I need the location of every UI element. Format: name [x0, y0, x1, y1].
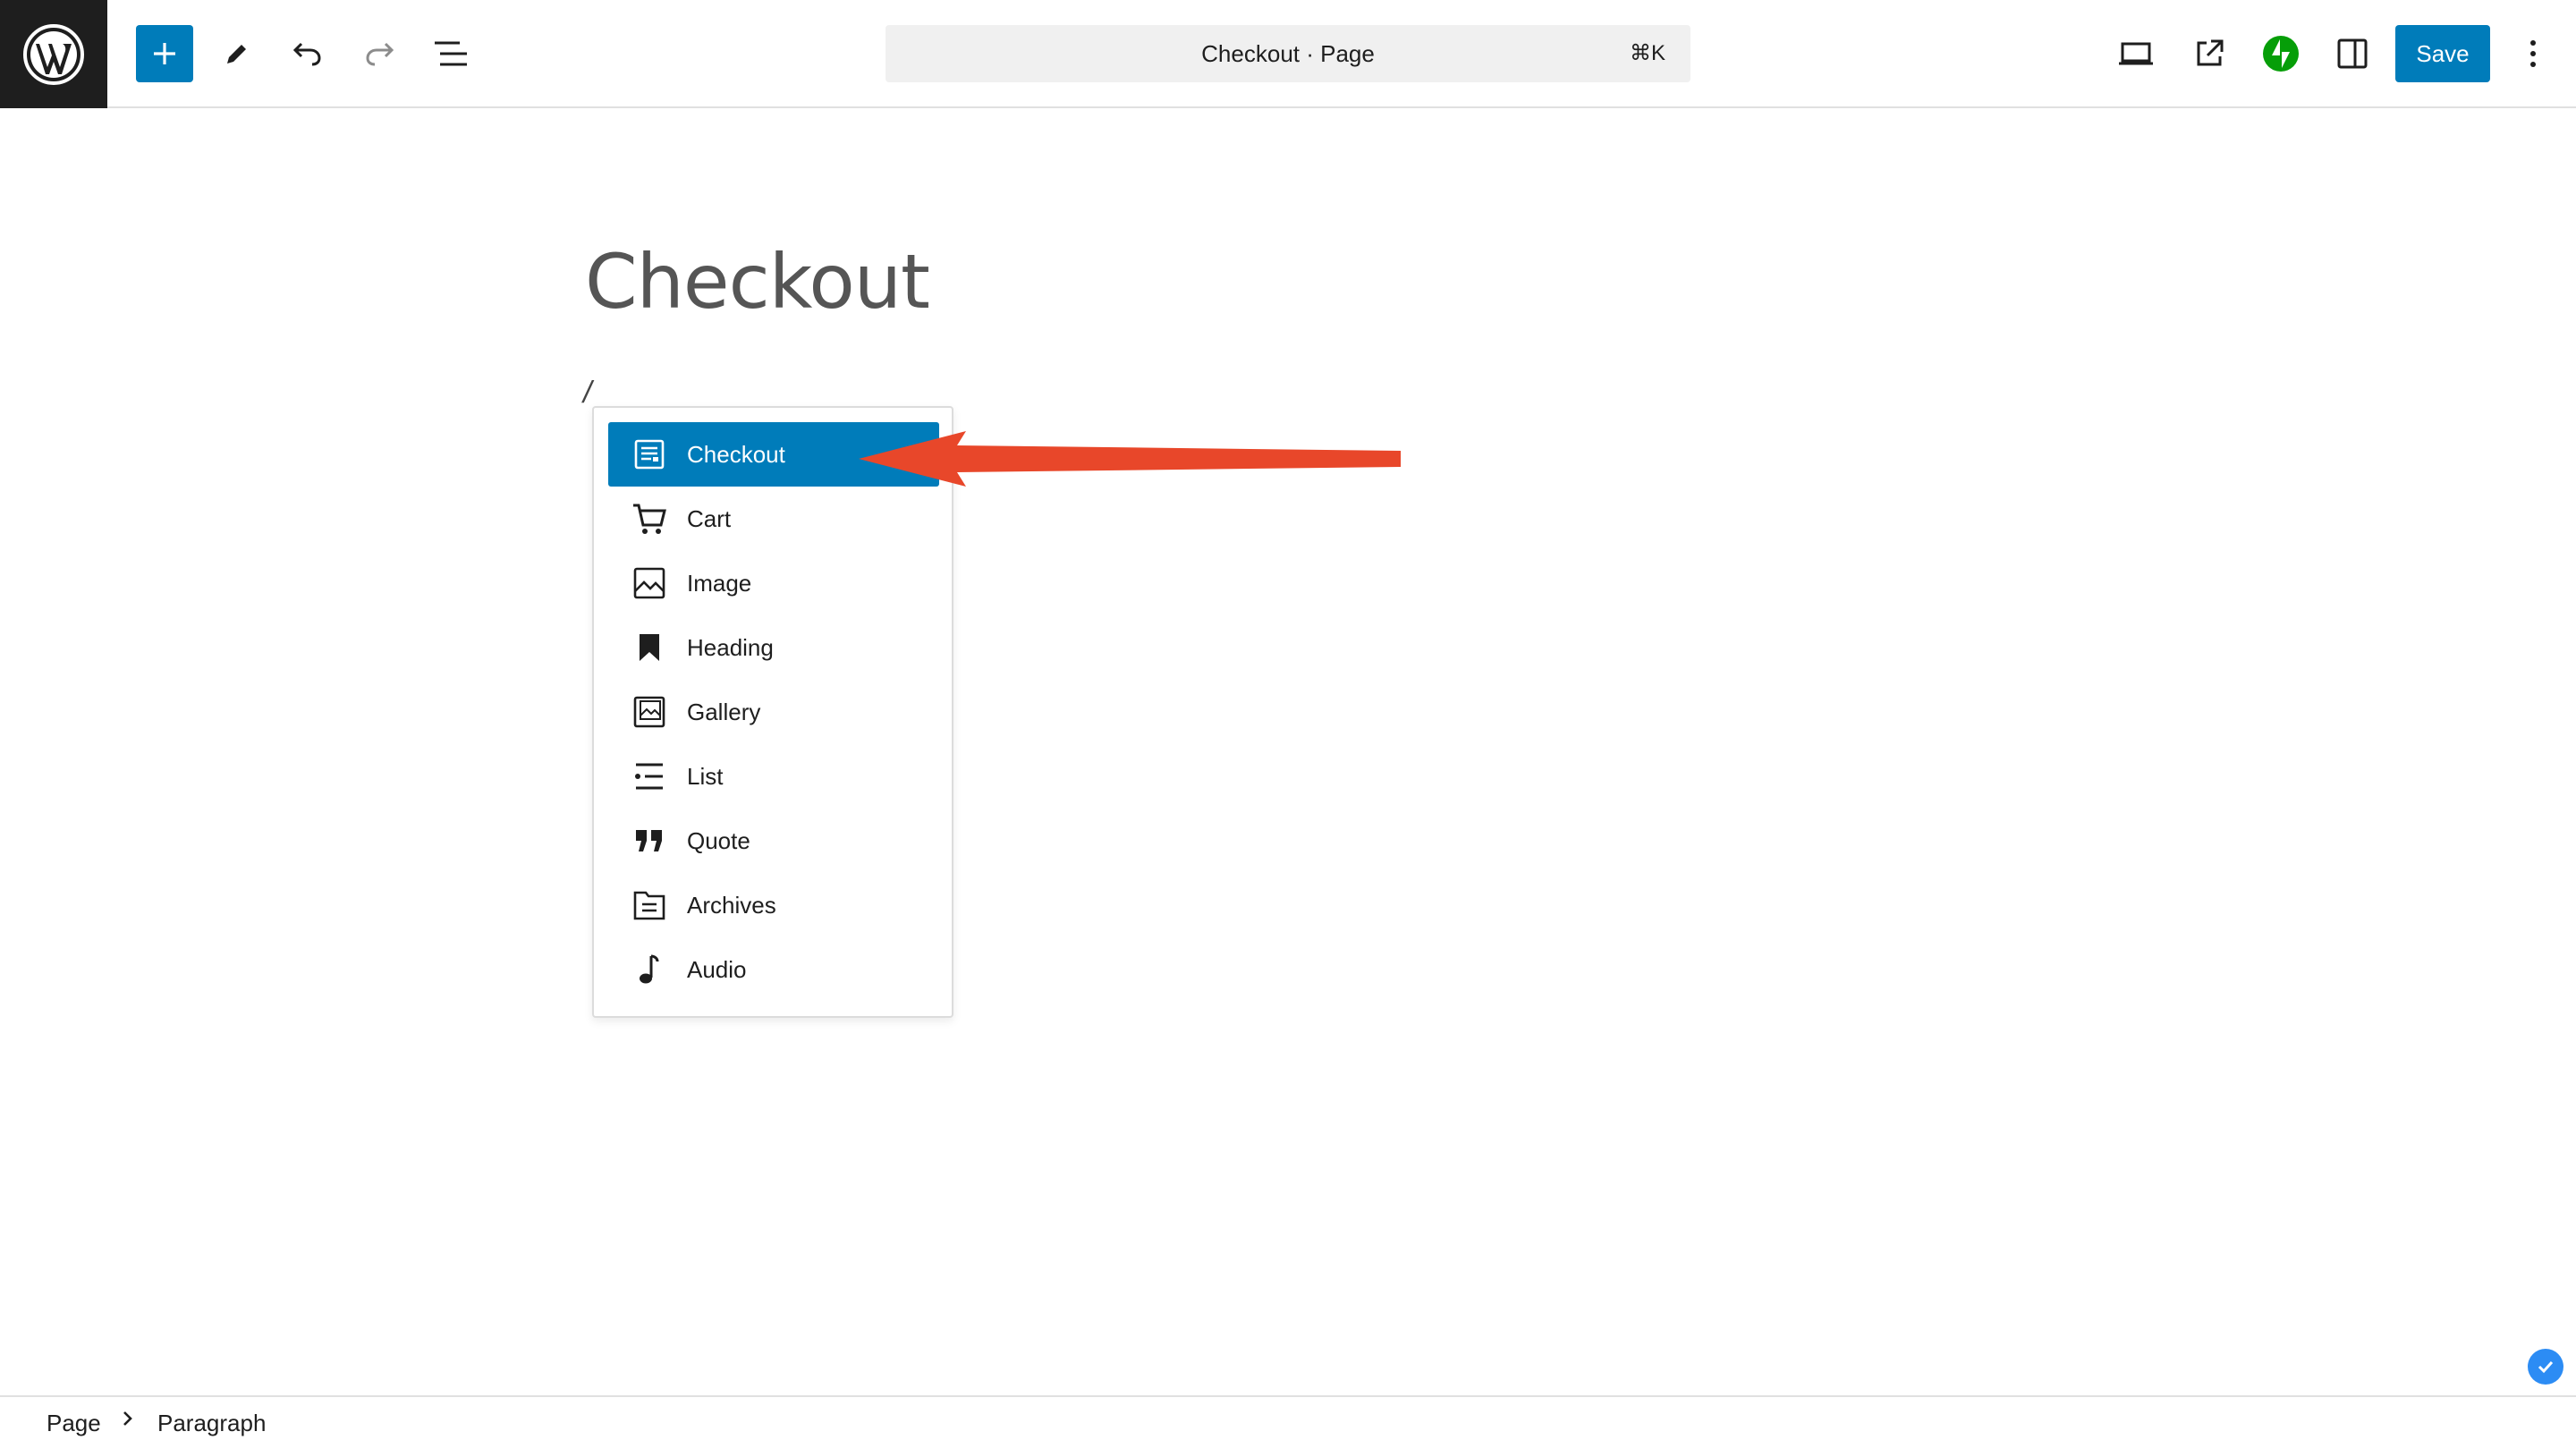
vertical-ellipsis-icon [2530, 40, 2536, 67]
view-page-button[interactable] [2181, 25, 2238, 82]
undo-icon [292, 42, 321, 66]
jetpack-button[interactable] [2252, 25, 2309, 82]
menu-item-label: List [687, 762, 724, 790]
menu-item-audio[interactable]: Audio [608, 937, 939, 1002]
menu-item-quote[interactable]: Quote [608, 809, 939, 873]
menu-item-label: Archives [687, 891, 776, 919]
menu-item-label: Quote [687, 826, 750, 854]
block-breadcrumb: Page Paragraph [0, 1395, 2576, 1440]
checkmark-status-icon [2528, 1349, 2563, 1385]
breadcrumb-page[interactable]: Page [47, 1410, 101, 1437]
save-button[interactable]: Save [2395, 25, 2490, 82]
chevron-right-icon [122, 1408, 134, 1436]
list-view-button[interactable] [422, 25, 479, 82]
wordpress-logo-button[interactable] [0, 0, 107, 108]
list-icon [628, 755, 671, 798]
editor-header: Checkout · Page ⌘K Save [0, 0, 2576, 108]
command-shortcut: ⌘K [1629, 41, 1665, 65]
block-inserter-button[interactable] [136, 25, 193, 82]
page-title[interactable]: Checkout [585, 238, 930, 326]
preview-button[interactable] [2107, 25, 2165, 82]
plus-icon [154, 43, 175, 64]
menu-item-image[interactable]: Image [608, 551, 939, 615]
image-icon [628, 562, 671, 605]
menu-item-list[interactable]: List [608, 744, 939, 809]
bookmark-icon [628, 626, 671, 669]
document-title: Checkout · Page [1201, 40, 1375, 67]
menu-item-label: Heading [687, 633, 774, 661]
cart-icon [628, 497, 671, 540]
menu-item-gallery[interactable]: Gallery [608, 680, 939, 744]
pencil-icon [227, 45, 246, 64]
breadcrumb-paragraph[interactable]: Paragraph [157, 1410, 266, 1437]
paragraph-block[interactable]: / [583, 376, 591, 411]
command-palette-bar[interactable]: Checkout · Page ⌘K [886, 25, 1690, 82]
annotation-arrow-icon [859, 431, 1401, 487]
options-menu-button[interactable] [2504, 25, 2562, 82]
archive-icon [628, 884, 671, 927]
undo-button[interactable] [279, 25, 336, 82]
quote-icon [628, 819, 671, 862]
menu-item-label: Gallery [687, 698, 761, 725]
menu-item-heading[interactable]: Heading [608, 615, 939, 680]
menu-item-label: Image [687, 569, 752, 597]
external-link-icon [2197, 39, 2224, 66]
jetpack-icon [2263, 36, 2299, 72]
menu-item-label: Cart [687, 504, 732, 532]
wordpress-logo-icon [23, 23, 84, 85]
redo-icon [366, 42, 394, 66]
desktop-preview-icon [2119, 42, 2153, 65]
list-view-icon [435, 41, 467, 66]
sidebar-settings-icon [2337, 38, 2368, 69]
tools-button[interactable] [208, 25, 265, 82]
menu-item-archives[interactable]: Archives [608, 873, 939, 937]
redo-button[interactable] [351, 25, 408, 82]
menu-item-label: Audio [687, 955, 747, 983]
audio-icon [628, 948, 671, 991]
gallery-icon [628, 690, 671, 733]
menu-item-label: Checkout [687, 440, 785, 468]
settings-sidebar-button[interactable] [2324, 25, 2381, 82]
checkout-block-icon [628, 433, 671, 476]
